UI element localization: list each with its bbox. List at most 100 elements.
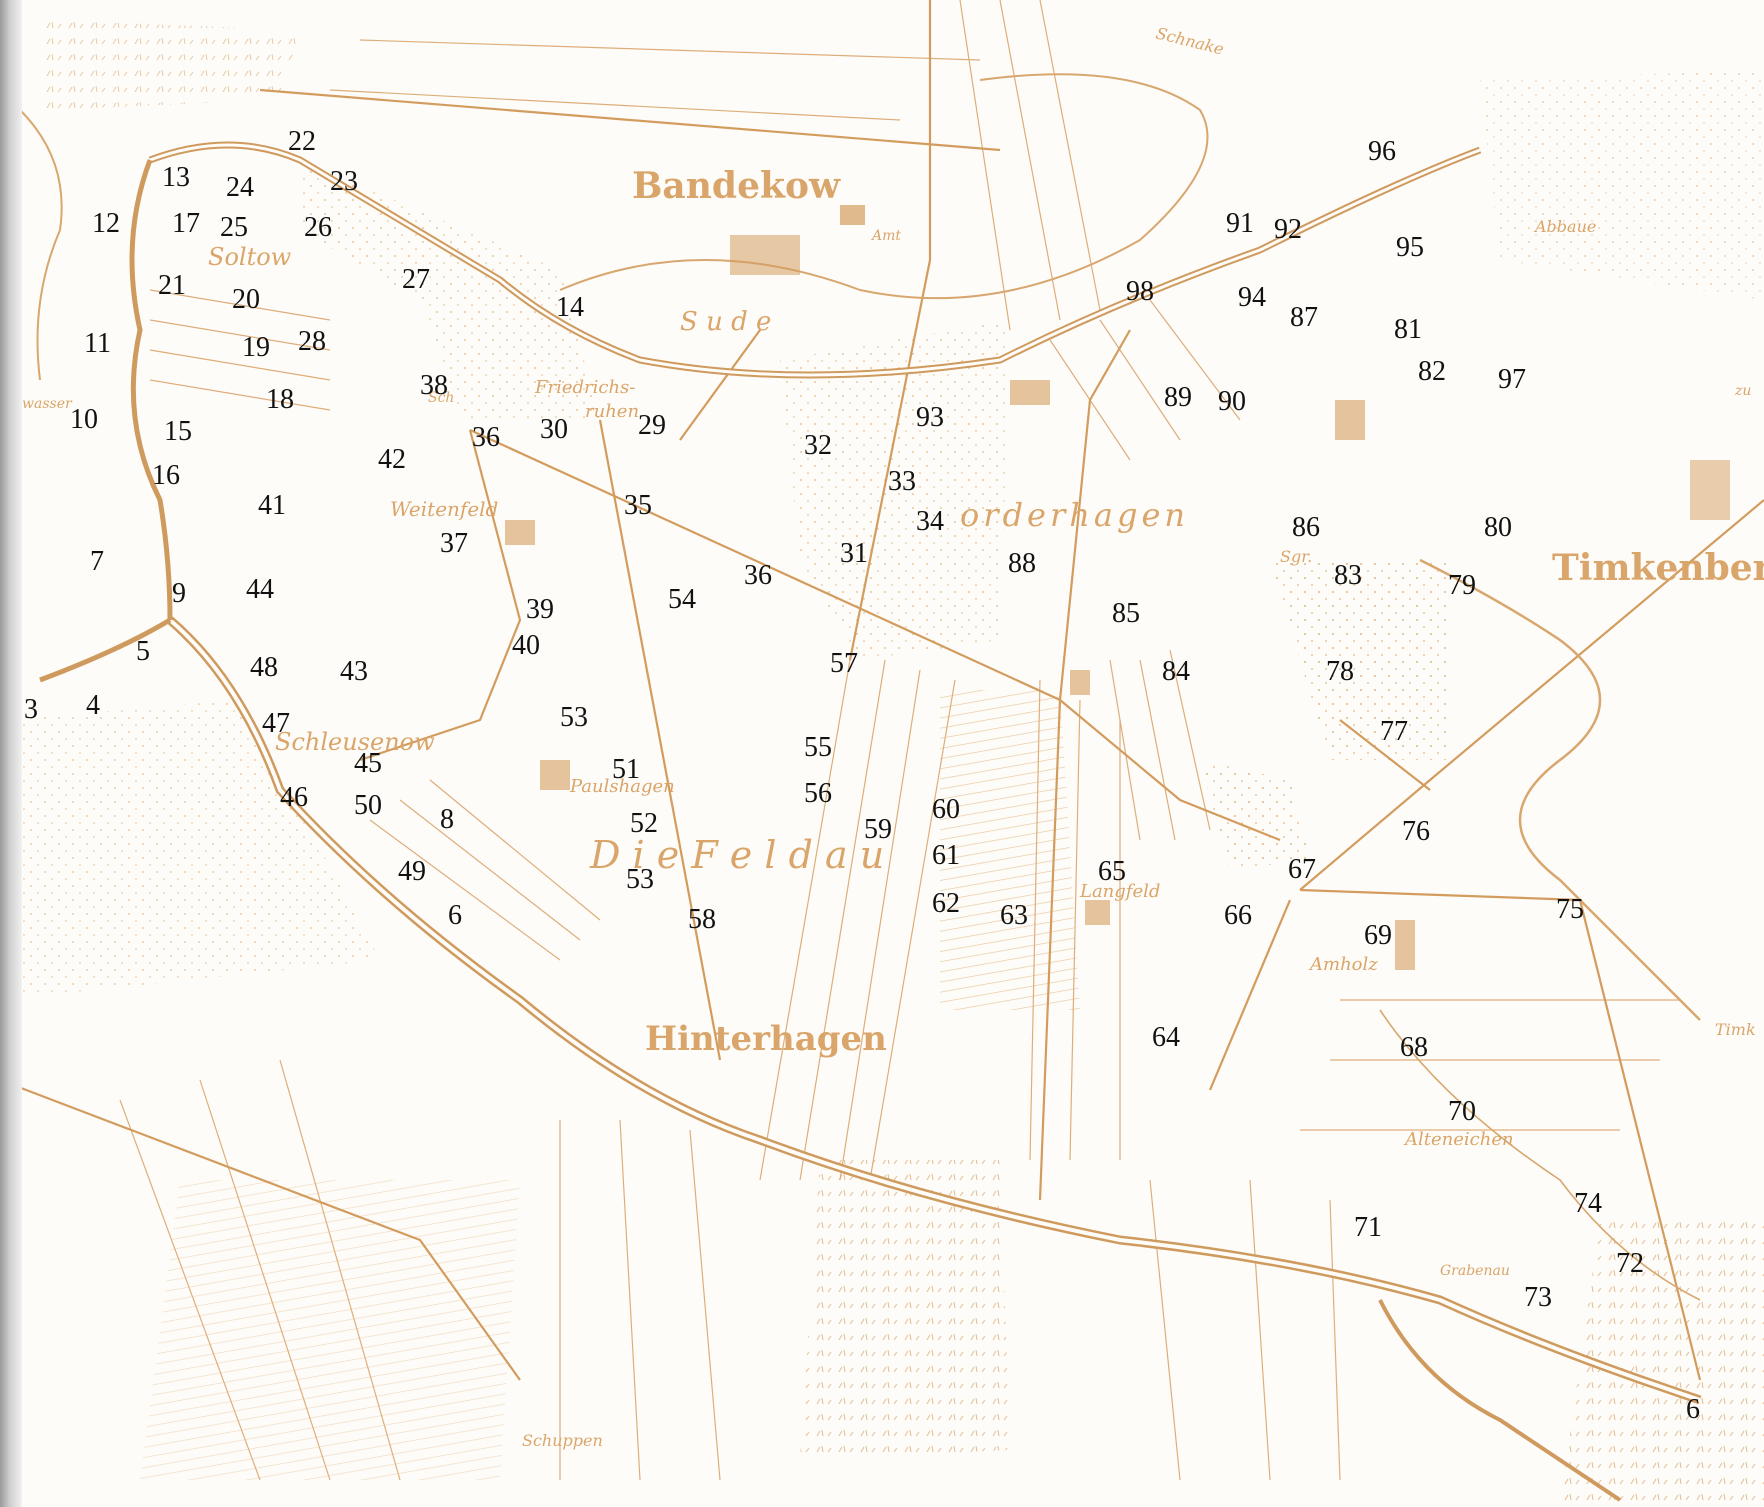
marker-73: 73 [1524, 1282, 1552, 1313]
marker-48: 48 [250, 652, 278, 683]
marker-77: 77 [1380, 716, 1408, 747]
marker-22: 22 [288, 126, 316, 157]
marker-32: 32 [804, 430, 832, 461]
marker-49: 49 [398, 856, 426, 887]
marker-76: 76 [1402, 816, 1430, 847]
marker-13: 13 [162, 162, 190, 193]
label-amt: Amt [870, 228, 901, 244]
page-edge-shadow [0, 0, 22, 1507]
marker-56: 56 [804, 778, 832, 809]
label-schuppen: Schuppen [522, 1431, 603, 1450]
label-sude: S u d e [680, 307, 771, 337]
marker-25: 25 [220, 212, 248, 243]
label-zu: zu [1734, 383, 1751, 399]
marker-20: 20 [232, 284, 260, 315]
marker-34: 34 [916, 506, 944, 537]
topographic-map: Bandekow S u d e Soltow Friedrichs- ruhe… [0, 0, 1764, 1507]
marker-68: 68 [1400, 1032, 1428, 1063]
marker-55: 55 [804, 732, 832, 763]
marker-19: 19 [242, 332, 270, 363]
marker-43: 43 [340, 656, 368, 687]
marker-53b: 53 [626, 864, 654, 895]
label-abbaue: Abbaue [1533, 217, 1596, 236]
label-schnake: Schnake [1154, 23, 1226, 58]
marker-58: 58 [688, 904, 716, 935]
marker-12: 12 [92, 208, 120, 239]
marker-80: 80 [1484, 512, 1512, 543]
marker-6a: 6 [448, 900, 462, 931]
marker-81: 81 [1394, 314, 1422, 345]
map-canvas: Bandekow S u d e Soltow Friedrichs- ruhe… [0, 0, 1764, 1507]
marker-86: 86 [1292, 512, 1320, 543]
label-amholz: Amholz [1308, 954, 1378, 975]
marker-65: 65 [1098, 856, 1126, 887]
marker-46: 46 [280, 782, 308, 813]
marker-17: 17 [172, 208, 200, 239]
marker-10: 10 [70, 404, 98, 435]
marker-21: 21 [158, 270, 186, 301]
marker-74: 74 [1574, 1188, 1602, 1219]
marker-92: 92 [1274, 214, 1302, 245]
marker-7: 7 [90, 546, 104, 577]
marker-94: 94 [1238, 282, 1266, 313]
marker-95: 95 [1396, 232, 1424, 263]
marker-87: 87 [1290, 302, 1318, 333]
marker-30: 30 [540, 414, 568, 445]
marker-66: 66 [1224, 900, 1252, 931]
label-alteneichen: Alteneichen [1403, 1129, 1514, 1150]
label-weitenfeld: Weitenfeld [390, 497, 498, 521]
marker-23: 23 [330, 166, 358, 197]
marker-52: 52 [630, 808, 658, 839]
marker-78: 78 [1326, 656, 1354, 687]
marker-90: 90 [1218, 386, 1246, 417]
label-sgr: Sgr. [1280, 547, 1312, 566]
marker-91: 91 [1226, 208, 1254, 239]
marker-36b: 36 [744, 560, 772, 591]
label-wasser: wasser [22, 396, 73, 412]
marker-40: 40 [512, 630, 540, 661]
marker-61: 61 [932, 840, 960, 871]
marker-44: 44 [246, 574, 274, 605]
marker-5: 5 [136, 636, 150, 667]
marker-16: 16 [152, 460, 180, 491]
marker-84: 84 [1162, 656, 1190, 687]
marker-11: 11 [84, 328, 111, 359]
marker-83: 83 [1334, 560, 1362, 591]
marker-35: 35 [624, 490, 652, 521]
label-friedrichs: Friedrichs- [534, 377, 635, 398]
label-hinterhagen: Hinterhagen [645, 1019, 887, 1059]
marker-93: 93 [916, 402, 944, 433]
marker-64: 64 [1152, 1022, 1180, 1053]
marker-70: 70 [1448, 1096, 1476, 1127]
marker-18: 18 [266, 384, 294, 415]
marker-3: 3 [24, 694, 38, 725]
marker-26: 26 [304, 212, 332, 243]
label-timk: Timk [1715, 1020, 1756, 1039]
marker-8: 8 [440, 804, 454, 835]
marker-38: 38 [420, 370, 448, 401]
label-ruhen: ruhen [585, 401, 639, 422]
label-vorderhagen: orderhagen [960, 496, 1189, 534]
marker-67: 67 [1288, 854, 1316, 885]
marker-72: 72 [1616, 1248, 1644, 1279]
marker-41: 41 [258, 490, 286, 521]
marker-79: 79 [1448, 570, 1476, 601]
marker-24: 24 [226, 172, 254, 203]
marker-33: 33 [888, 466, 916, 497]
marker-57: 57 [830, 648, 858, 679]
marker-45: 45 [354, 748, 382, 779]
marker-54: 54 [668, 584, 696, 615]
marker-60: 60 [932, 794, 960, 825]
label-grabenau: Grabenau [1440, 1263, 1510, 1279]
label-bandekow: Bandekow [632, 165, 841, 207]
marker-51: 51 [612, 754, 640, 785]
marker-4: 4 [86, 690, 100, 721]
marker-62: 62 [932, 888, 960, 919]
marker-89: 89 [1164, 382, 1192, 413]
marker-59: 59 [864, 814, 892, 845]
marker-15: 15 [164, 416, 192, 447]
marker-42: 42 [378, 444, 406, 475]
label-timkenberg: Timkenber [1552, 547, 1764, 589]
marker-47: 47 [262, 708, 290, 739]
marker-71: 71 [1354, 1212, 1382, 1243]
